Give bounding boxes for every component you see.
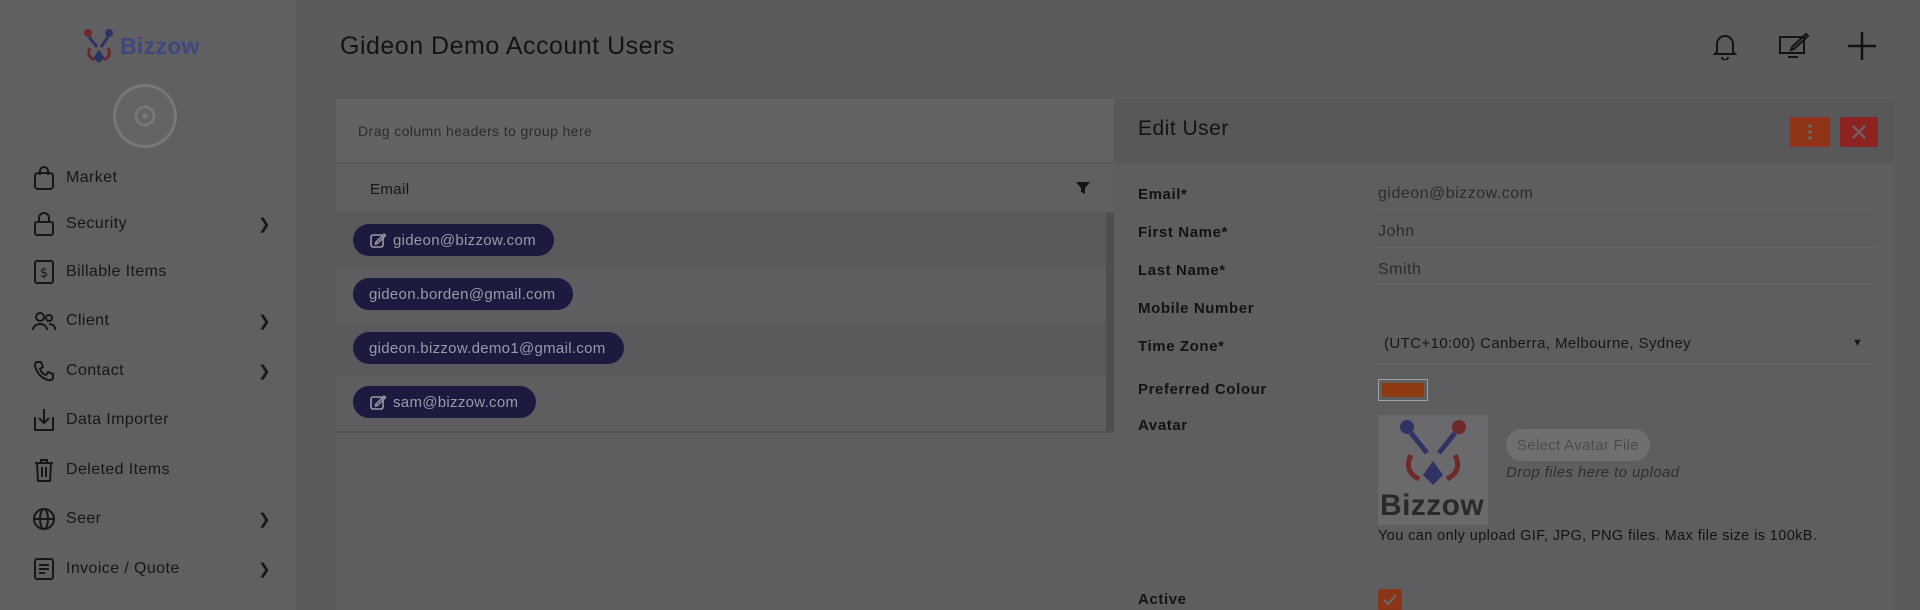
- edit-screen-icon[interactable]: [1778, 30, 1810, 62]
- table-row[interactable]: sam@bizzow.com: [336, 376, 1106, 430]
- caret-down-icon: ▼: [1852, 337, 1863, 349]
- table-row[interactable]: gideon.borden@gmail.com: [336, 268, 1106, 322]
- first-name-label: First Name*: [1138, 224, 1228, 241]
- email-text: gideon.bizzow.demo1@gmail.com: [369, 339, 606, 357]
- brand-name: Bizzow: [120, 32, 200, 59]
- sidebar-item-client[interactable]: Client ❯: [0, 303, 296, 339]
- first-name-field[interactable]: John: [1378, 223, 1415, 241]
- sidebar-item-label: Contact: [66, 362, 124, 379]
- avatar-label: Avatar: [1138, 417, 1188, 434]
- table-row[interactable]: gideon.bizzow.demo1@gmail.com: [336, 322, 1106, 376]
- active-label: Active: [1138, 591, 1187, 608]
- bag-icon: [30, 164, 58, 192]
- sidebar-item-label: Data Importer: [66, 411, 170, 428]
- sidebar-item-label: Market: [66, 169, 118, 186]
- bizzow-logo-icon: [1400, 420, 1466, 485]
- edit-user-header: Edit User: [1114, 99, 1894, 163]
- select-avatar-file-button[interactable]: Select Avatar File: [1506, 429, 1650, 461]
- column-header-email[interactable]: Email: [336, 163, 1114, 213]
- email-label: Email*: [1138, 186, 1188, 203]
- group-drop-zone[interactable]: Drag column headers to group here: [336, 99, 1114, 162]
- sidebar-item-security[interactable]: Security ❯: [0, 206, 296, 242]
- sidebar-item-seer[interactable]: Seer ❯: [0, 501, 296, 537]
- filter-icon[interactable]: [1075, 180, 1091, 201]
- upload-note: You can only upload GIF, JPG, PNG files.…: [1378, 528, 1818, 544]
- edit-icon: [369, 393, 387, 411]
- sidebar-item-label: Security: [66, 215, 127, 232]
- edit-user-panel: Edit User Email* gideon@bizzow.com First…: [1114, 99, 1894, 610]
- lock-icon: [30, 210, 58, 238]
- email-text: sam@bizzow.com: [393, 393, 519, 411]
- sidebar-item-label: Seer: [66, 510, 102, 527]
- preferred-colour-label: Preferred Colour: [1138, 381, 1267, 398]
- sidebar-item-data-importer[interactable]: Data Importer: [0, 402, 296, 438]
- email-chip[interactable]: gideon.borden@gmail.com: [353, 278, 574, 310]
- more-options-button[interactable]: [1790, 117, 1830, 147]
- sidebar-item-label: Client: [66, 312, 110, 329]
- users-grid: Drag column headers to group here Email …: [336, 99, 1114, 610]
- edit-icon: [369, 231, 387, 249]
- page-title: Gideon Demo Account Users: [340, 32, 675, 60]
- dollar-doc-icon: $: [30, 258, 58, 286]
- chevron-right-icon: ❯: [258, 216, 271, 233]
- colour-picker[interactable]: [1378, 379, 1428, 401]
- sidebar-item-label: Deleted Items: [66, 461, 170, 478]
- avatar-logo-text: Bizzow: [1380, 489, 1485, 522]
- timezone-label: Time Zone*: [1138, 338, 1225, 355]
- sidebar-item-deleted-items[interactable]: Deleted Items: [0, 452, 296, 488]
- invoice-icon: [30, 555, 58, 583]
- avatar-placeholder-icon: [134, 105, 156, 127]
- column-title: Email: [370, 181, 410, 198]
- last-name-field[interactable]: Smith: [1378, 261, 1421, 279]
- bizzow-logo-icon: [82, 28, 116, 64]
- globe-icon: [30, 505, 58, 533]
- chevron-right-icon: ❯: [258, 313, 271, 330]
- grid-scrollbar[interactable]: [1106, 213, 1114, 431]
- sidebar-item-label: Invoice / Quote: [66, 560, 180, 577]
- last-name-label: Last Name*: [1138, 262, 1226, 279]
- colour-swatch-fill: [1382, 383, 1424, 397]
- drop-zone-hint[interactable]: Drop files here to upload: [1506, 464, 1679, 481]
- email-chip[interactable]: gideon.bizzow.demo1@gmail.com: [353, 332, 624, 364]
- first-name-underline: [1376, 247, 1876, 248]
- trash-icon: [30, 456, 58, 484]
- user-avatar[interactable]: [113, 84, 177, 148]
- edit-user-title: Edit User: [1138, 117, 1229, 140]
- table-row[interactable]: gideon@bizzow.com: [336, 214, 1106, 268]
- close-icon: [1852, 125, 1866, 139]
- email-chip[interactable]: sam@bizzow.com: [353, 386, 537, 418]
- close-button[interactable]: [1840, 117, 1878, 147]
- chevron-right-icon: ❯: [258, 561, 271, 578]
- sidebar-item-billable-items[interactable]: $ Billable Items: [0, 254, 296, 290]
- phone-icon: [30, 357, 58, 385]
- email-text: gideon.borden@gmail.com: [369, 285, 556, 303]
- active-checkbox[interactable]: [1378, 589, 1402, 610]
- avatar-preview: Bizzow: [1378, 415, 1488, 525]
- brand-logo[interactable]: Bizzow: [82, 26, 200, 66]
- import-icon: [30, 406, 58, 434]
- timezone-select[interactable]: (UTC+10:00) Canberra, Melbourne, Sydney …: [1376, 321, 1876, 365]
- email-chip[interactable]: gideon@bizzow.com: [353, 224, 554, 256]
- email-underline: [1376, 209, 1876, 210]
- mobile-label: Mobile Number: [1138, 300, 1255, 317]
- people-icon: [30, 307, 58, 335]
- last-name-underline: [1376, 284, 1876, 285]
- sidebar-item-market[interactable]: Market: [0, 160, 296, 196]
- sidebar: Bizzow Market Security ❯ $ Billable Item…: [0, 0, 296, 610]
- bell-icon[interactable]: [1709, 30, 1741, 62]
- svg-text:$: $: [40, 266, 48, 281]
- group-hint: Drag column headers to group here: [358, 123, 593, 139]
- kebab-menu-icon: [1808, 124, 1812, 140]
- grid-divider: [336, 431, 1114, 433]
- chevron-right-icon: ❯: [258, 363, 271, 380]
- sidebar-item-label: Billable Items: [66, 263, 167, 280]
- plus-icon[interactable]: [1846, 30, 1878, 62]
- sidebar-item-contact[interactable]: Contact ❯: [0, 353, 296, 389]
- email-text: gideon@bizzow.com: [393, 231, 536, 249]
- checkmark-icon: [1383, 594, 1397, 606]
- email-field[interactable]: gideon@bizzow.com: [1378, 185, 1533, 203]
- timezone-value: (UTC+10:00) Canberra, Melbourne, Sydney: [1384, 335, 1691, 352]
- chevron-right-icon: ❯: [258, 511, 271, 528]
- sidebar-item-invoice-quote[interactable]: Invoice / Quote ❯: [0, 551, 296, 587]
